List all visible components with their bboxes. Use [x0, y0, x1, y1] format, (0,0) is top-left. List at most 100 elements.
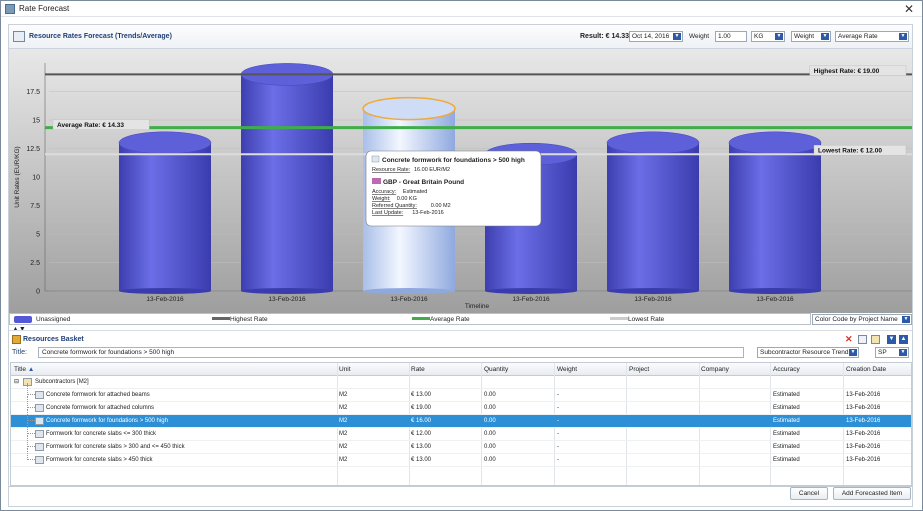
resource-icon — [35, 430, 44, 438]
expand-icon[interactable]: ⊟ — [14, 378, 19, 385]
x-axis-label: Timeline — [465, 303, 490, 310]
cell-rate: € 13.00 — [411, 444, 432, 450]
cell-quantity: 0.00 — [484, 431, 496, 437]
cell-accuracy: Estimated — [773, 392, 800, 398]
bar-base — [363, 288, 455, 294]
table-row[interactable]: Formwork for concrete slabs <= 300 thick… — [11, 422, 911, 441]
move-down-icon[interactable]: ▼ — [887, 335, 896, 344]
table-row[interactable]: Formwork for concrete slabs > 300 and <=… — [11, 435, 911, 454]
column-weight[interactable]: Weight — [557, 366, 577, 373]
cell-title: Formwork for concrete slabs > 450 thick — [46, 457, 153, 463]
chevron-down-icon: ▼ — [673, 33, 681, 40]
weight-input[interactable]: 1.00 — [715, 31, 747, 42]
folder-icon[interactable] — [871, 335, 880, 344]
column-company[interactable]: Company — [701, 366, 729, 373]
bar-base — [729, 288, 821, 294]
bar — [119, 142, 211, 291]
cell-accuracy: Estimated — [773, 418, 800, 424]
column-rate[interactable]: Rate — [411, 366, 425, 373]
y-tick-label: 5 — [36, 232, 40, 239]
cell-date: 13-Feb-2016 — [846, 418, 881, 424]
cell-date: 13-Feb-2016 — [846, 392, 881, 398]
resource-icon — [35, 443, 44, 451]
tooltip-lastupdate-value: 13-Feb-2016 — [412, 210, 444, 216]
weight-mode-select[interactable]: Weight ▼ — [791, 31, 831, 42]
window-title: Rate Forecast — [19, 4, 70, 13]
chevron-down-icon: ▼ — [821, 33, 829, 40]
cell-title: Formwork for concrete slabs > 300 and <=… — [46, 444, 185, 450]
group-row[interactable]: ⊟ Subcontractors [M2] — [11, 376, 911, 389]
legend-highest: Highest Rate — [230, 316, 268, 323]
edit-icon[interactable] — [858, 335, 867, 344]
rate-forecast-window: Rate Forecast ✕ Resource Rates Forecast … — [0, 0, 923, 511]
tooltip-currency: GBP - Great Britain Pound — [383, 179, 464, 186]
date-value: Oct 14, 2016 — [632, 33, 670, 40]
rate-mode-select[interactable]: Average Rate ▼ — [835, 31, 909, 42]
chevron-down-icon: ▼ — [902, 316, 910, 323]
chart-canvas: 0 2.5 5 7.5 10 12.5 15 17.5 Unit Rates (EUR/KG) T… — [14, 63, 912, 310]
cancel-button[interactable]: Cancel — [790, 487, 828, 500]
cell-rate: € 19.00 — [411, 405, 432, 411]
cell-title: Concrete formwork for attached beams — [46, 392, 150, 398]
bar-base — [241, 288, 333, 294]
trend-select[interactable]: Subcontractor Resource Trend ▼ — [757, 347, 859, 358]
chart-legend: Unassigned Highest Rate Average Rate Low… — [9, 313, 811, 325]
tree-connector — [27, 409, 35, 421]
unit-select[interactable]: KG ▼ — [751, 31, 785, 42]
add-forecasted-item-button[interactable]: Add Forecasted Item — [833, 487, 911, 500]
table-row[interactable]: Concrete formwork for attached beams M2 € … — [11, 383, 911, 402]
bar-base — [119, 288, 211, 294]
tooltip-rate-label: Resource Rate: — [372, 167, 411, 173]
cell-unit: M2 — [339, 431, 348, 437]
legend-swatch-lowest — [610, 317, 628, 320]
cell-rate: € 13.00 — [411, 392, 432, 398]
weight-select-value: Weight — [794, 33, 815, 40]
date-picker[interactable]: Oct 14, 2016 ▼ — [629, 31, 683, 42]
column-project[interactable]: Project — [629, 366, 649, 373]
reference-label: Average Rate: € 14.33 — [57, 122, 124, 129]
close-icon[interactable]: ✕ — [904, 2, 914, 16]
cell-unit: M2 — [339, 392, 348, 398]
column-creation-date[interactable]: Creation Date — [846, 366, 886, 373]
grid-header: Title ▲ Unit Rate Quantity Weight Projec… — [11, 363, 911, 376]
bar-base — [607, 288, 699, 294]
column-quantity[interactable]: Quantity — [484, 366, 508, 373]
y-axis-label: Unit Rates (EUR/KG) — [14, 146, 21, 207]
delete-icon[interactable]: ✕ — [845, 334, 854, 344]
sp-select-value: SP — [878, 349, 887, 356]
resource-icon — [35, 404, 44, 412]
cell-title: Formwork for concrete slabs <= 300 thick — [46, 431, 157, 437]
column-accuracy[interactable]: Accuracy — [773, 366, 800, 373]
forecast-title: Resource Rates Forecast (Trends/Average) — [29, 33, 172, 40]
bar-top — [728, 131, 822, 155]
x-tick-label: 13-Feb-2016 — [146, 296, 184, 303]
table-row[interactable]: Concrete formwork for foundations > 500 … — [11, 409, 911, 428]
tooltip-accuracy-value: Estimated — [403, 189, 427, 195]
sp-select[interactable]: SP ▼ — [875, 347, 909, 358]
bar-base — [485, 288, 577, 294]
cell-weight: - — [557, 392, 559, 398]
move-up-icon[interactable]: ▲ — [899, 335, 908, 344]
legend-unassigned: Unassigned — [36, 316, 71, 323]
basket-title: Resources Basket — [23, 336, 84, 343]
color-code-select[interactable]: Color Code by Project Name ▼ — [812, 314, 912, 325]
tree-connector — [27, 448, 35, 460]
trend-select-value: Subcontractor Resource Trend — [760, 349, 849, 356]
title-input[interactable]: Concrete formwork for foundations > 500 … — [38, 347, 744, 358]
tooltip-rate-value: 16.00 EUR/M2 — [414, 167, 450, 173]
cell-date: 13-Feb-2016 — [846, 405, 881, 411]
table-row[interactable]: Concrete formwork for attached columns M2… — [11, 396, 911, 415]
resource-icon — [35, 417, 44, 425]
title-input-value: Concrete formwork for foundations > 500 … — [42, 349, 175, 356]
chevron-down-icon: ▼ — [849, 349, 857, 356]
reference-label: Lowest Rate: € 12.00 — [818, 148, 882, 155]
dialog-footer — [9, 486, 912, 508]
unit-value: KG — [754, 33, 764, 40]
column-title[interactable]: Title ▲ — [14, 366, 34, 373]
y-tick-label: 0 — [36, 289, 40, 296]
column-unit[interactable]: Unit — [339, 366, 351, 373]
cell-date: 13-Feb-2016 — [846, 457, 881, 463]
x-tick-label: 13-Feb-2016 — [268, 296, 306, 303]
table-row[interactable]: Formwork for concrete slabs > 450 thick M… — [11, 448, 911, 467]
cell-accuracy: Estimated — [773, 431, 800, 437]
